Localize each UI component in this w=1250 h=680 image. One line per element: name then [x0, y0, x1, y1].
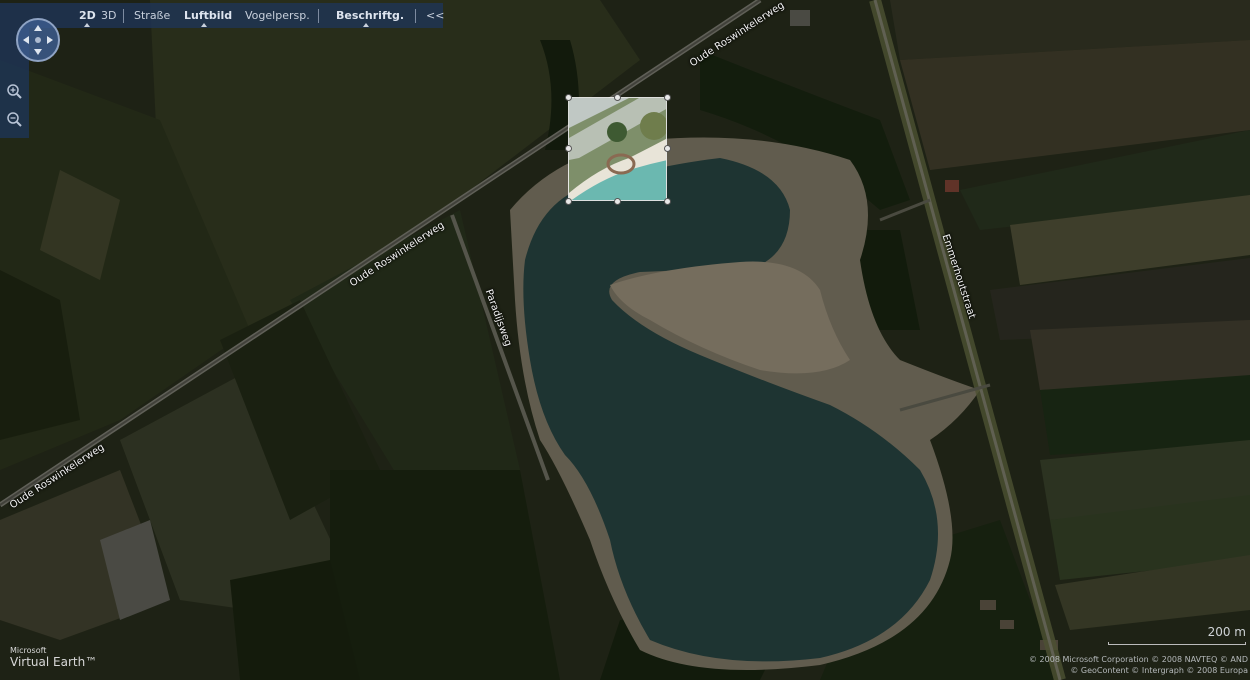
selection-preview: [569, 98, 666, 200]
toolbar-divider: [123, 9, 124, 23]
copyright-line2: © GeoContent © Intergraph © 2008 Europa: [1070, 666, 1248, 675]
zoom-in-icon[interactable]: [6, 83, 23, 100]
map-toolbar: 2D 3D Straße Luftbild Vogelpersp. Beschr…: [0, 3, 444, 28]
scale-bar-line: [1108, 642, 1246, 645]
active-indicator-icon: [84, 23, 90, 27]
virtual-earth-logo: Microsoft Virtual Earth™: [10, 646, 97, 669]
compass-pan-icon[interactable]: [16, 18, 60, 62]
logo-line1: Microsoft: [10, 646, 47, 655]
selection-handle-ne[interactable]: [664, 94, 671, 101]
active-indicator-icon: [363, 23, 369, 27]
selection-handle-se[interactable]: [664, 198, 671, 205]
copyright-notice: © 2008 Microsoft Corporation © 2008 NAVT…: [1029, 654, 1248, 676]
road-view-button[interactable]: Straße: [134, 9, 170, 22]
aerial-map[interactable]: Oude Roswinkelerweg Oude Roswinkelerweg …: [0, 0, 1250, 680]
aerial-view-button[interactable]: Luftbild: [184, 9, 232, 22]
selection-handle-sw[interactable]: [565, 198, 572, 205]
active-indicator-icon: [201, 23, 207, 27]
selection-handle-s[interactable]: [614, 198, 621, 205]
selection-handle-w[interactable]: [565, 145, 572, 152]
selection-handle-n[interactable]: [614, 94, 621, 101]
copyright-line1: © 2008 Microsoft Corporation © 2008 NAVT…: [1029, 655, 1248, 664]
zoom-selection-box[interactable]: [568, 97, 667, 201]
view-2d-button[interactable]: 2D: [79, 9, 96, 22]
zoom-out-icon[interactable]: [6, 111, 23, 128]
toolbar-divider: [415, 9, 416, 23]
selection-handle-e[interactable]: [664, 145, 671, 152]
birdseye-view-button[interactable]: Vogelpersp.: [245, 9, 310, 22]
scale-label: 200 m: [1207, 625, 1246, 639]
collapse-toolbar-button[interactable]: <<: [426, 9, 444, 22]
labels-toggle-button[interactable]: Beschriftg.: [336, 9, 404, 22]
logo-line2: Virtual Earth™: [10, 655, 98, 669]
view-3d-button[interactable]: 3D: [101, 9, 116, 22]
selection-handle-nw[interactable]: [565, 94, 572, 101]
toolbar-divider: [318, 9, 319, 23]
